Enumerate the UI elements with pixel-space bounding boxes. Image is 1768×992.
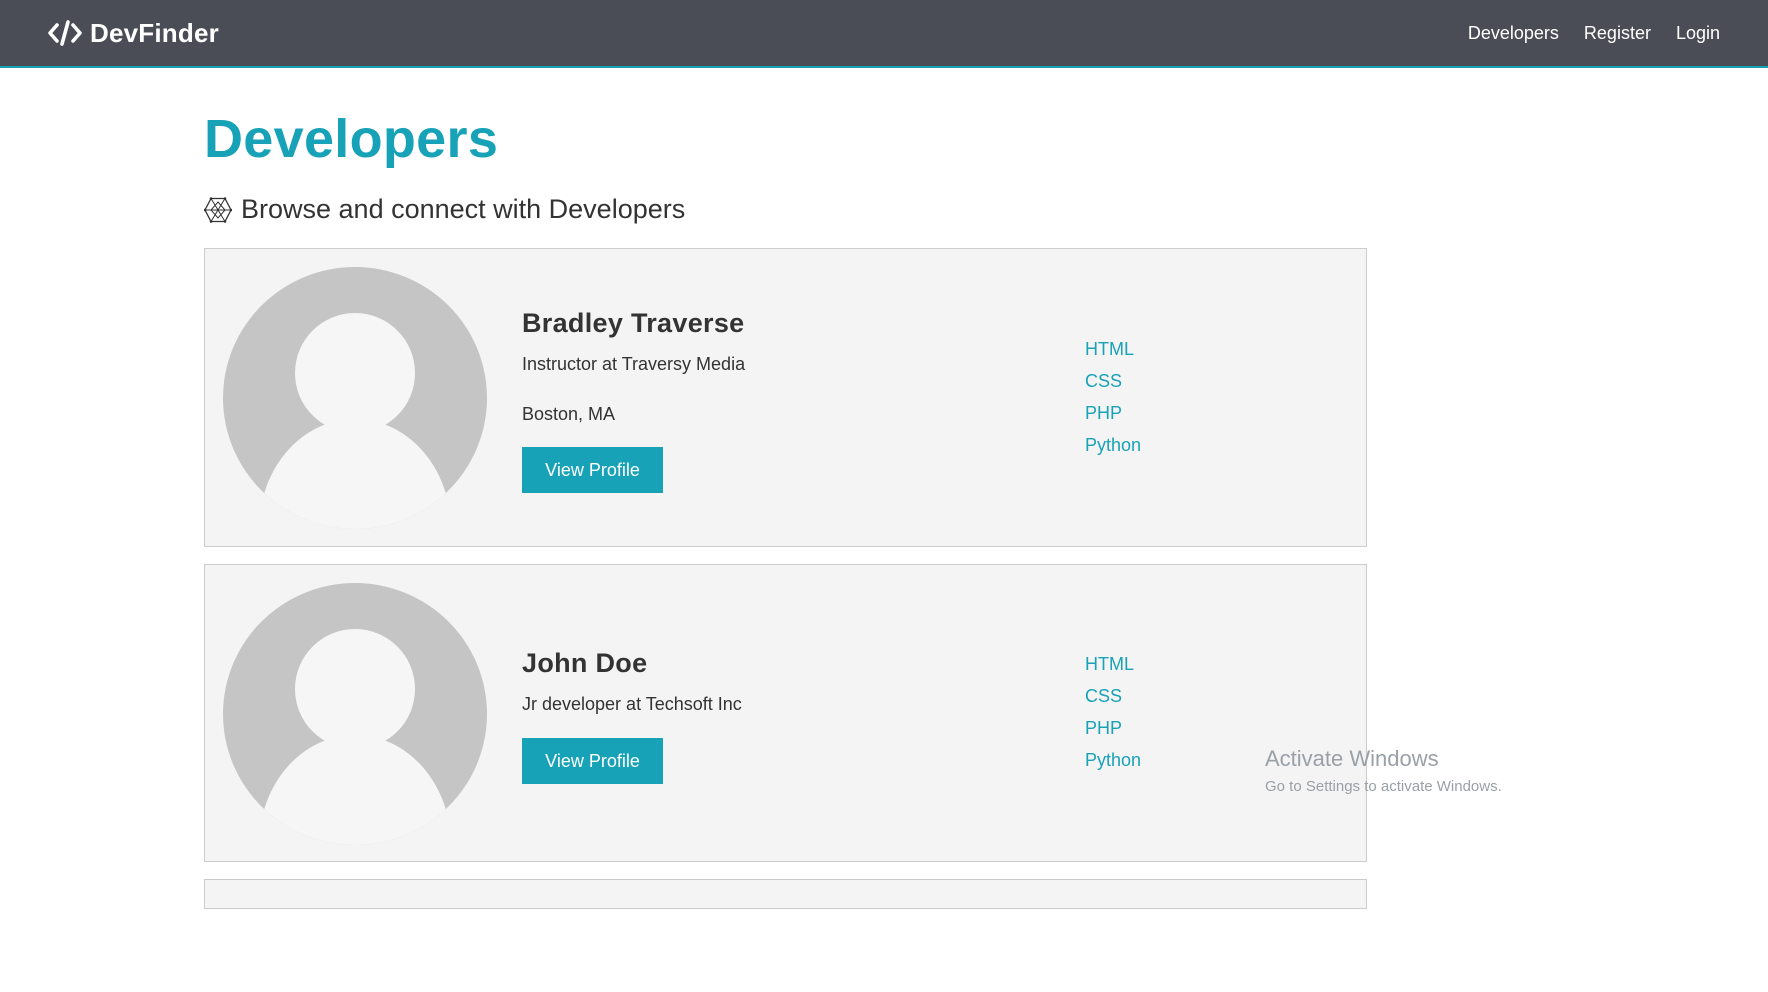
- profile-status: Jr developer at Techsoft Inc: [522, 694, 742, 714]
- watermark-title: Activate Windows: [1265, 746, 1439, 771]
- navbar: DevFinder Developers Register Login: [0, 0, 1768, 68]
- avatar: [223, 267, 487, 529]
- skill-item: PHP: [1085, 403, 1123, 423]
- skills-list: HTML CSS PHP Python: [1085, 333, 1141, 461]
- profile-name: Bradley Traverse: [522, 308, 745, 338]
- connectdevelop-icon: [204, 196, 232, 223]
- skill-item: Python: [1085, 750, 1142, 770]
- page-lead-text: Browse and connect with Developers: [241, 194, 686, 224]
- page-title: Developers: [204, 109, 499, 169]
- nav-link-register[interactable]: Register: [1584, 23, 1651, 44]
- page-lead: Browse and connect with Developers: [204, 194, 1367, 225]
- skill-item: CSS: [1085, 371, 1123, 391]
- view-profile-button[interactable]: View Profile: [522, 447, 663, 493]
- watermark-subtitle: Go to Settings to activate Windows.: [1265, 778, 1502, 795]
- nav-link-login[interactable]: Login: [1676, 23, 1720, 44]
- nav-link-developers[interactable]: Developers: [1468, 23, 1559, 44]
- view-profile-button[interactable]: View Profile: [522, 738, 663, 784]
- code-icon: [48, 20, 82, 46]
- profile-card: John Doe Jr developer at Techsoft Inc Vi…: [204, 564, 1367, 862]
- activation-watermark: Activate Windows Go to Settings to activ…: [1265, 746, 1502, 795]
- profile-location: Boston, MA: [522, 404, 616, 424]
- brand-link[interactable]: DevFinder: [48, 18, 219, 49]
- skill-item: HTML: [1085, 339, 1134, 359]
- profile-card: [204, 879, 1367, 909]
- skill-item: PHP: [1085, 718, 1123, 738]
- avatar: [223, 583, 487, 845]
- skill-item: CSS: [1085, 686, 1123, 706]
- profile-info: John Doe Jr developer at Techsoft Inc Vi…: [522, 648, 742, 784]
- skill-item: Python: [1085, 435, 1142, 455]
- profile-name: John Doe: [522, 648, 648, 678]
- skills-list: HTML CSS PHP Python: [1085, 648, 1141, 776]
- profile-status: Instructor at Traversy Media: [522, 354, 746, 374]
- profile-info: Bradley Traverse Instructor at Traversy …: [522, 308, 745, 493]
- main-container: Developers Browse and connect with Devel…: [204, 68, 1367, 909]
- skill-item: HTML: [1085, 654, 1134, 674]
- brand-name: DevFinder: [90, 17, 219, 48]
- nav-links: Developers Register Login: [1468, 23, 1720, 44]
- profile-card: Bradley Traverse Instructor at Traversy …: [204, 248, 1367, 547]
